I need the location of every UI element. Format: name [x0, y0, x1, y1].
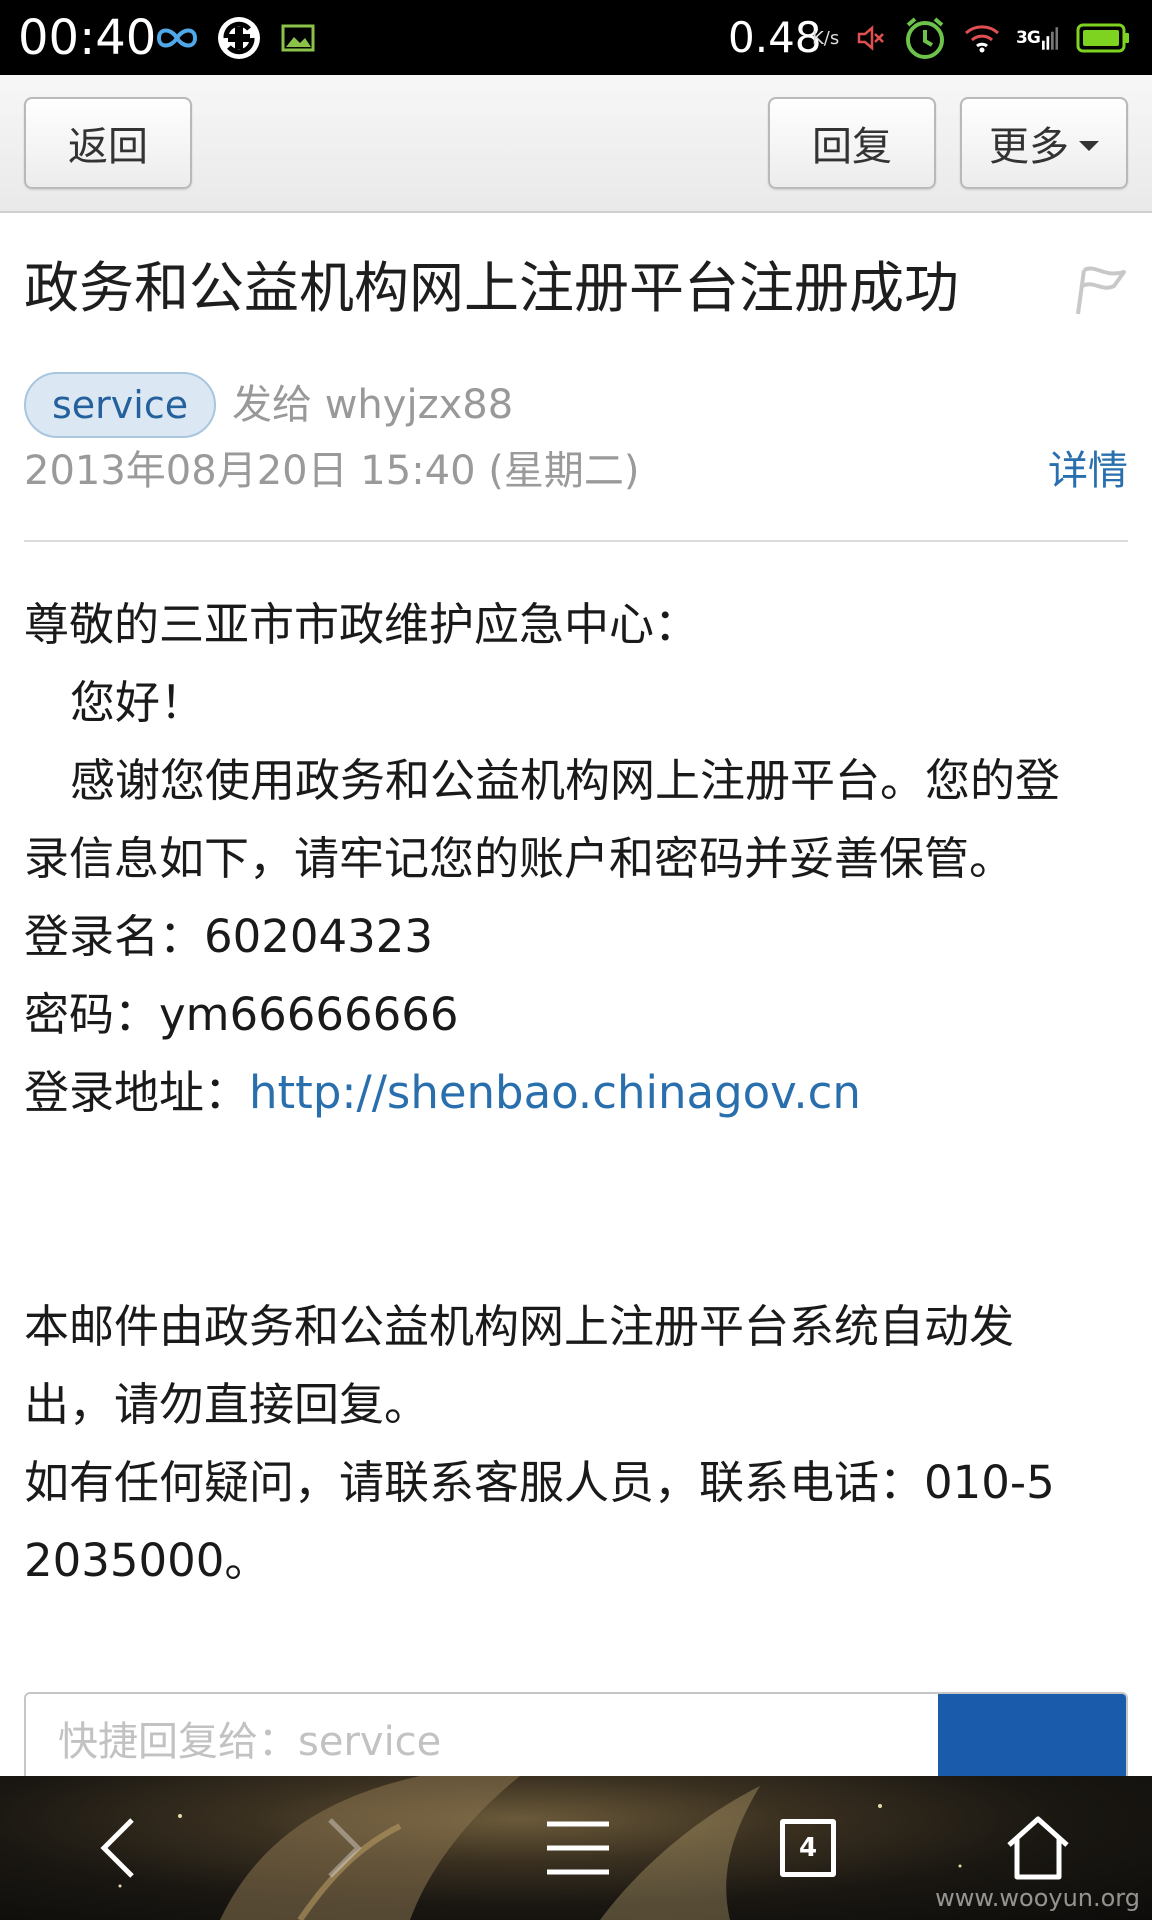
sender-badge[interactable]: service	[24, 372, 217, 438]
login-name-value: 60204323	[204, 910, 434, 963]
net-speed-unit: K/s	[812, 28, 840, 49]
nav-forward-icon[interactable]	[302, 1776, 386, 1920]
sendto-prefix: 发给	[232, 382, 312, 428]
login-url-label: 登录地址：	[24, 1066, 250, 1119]
greeting: 尊敬的三亚市市政维护应急中心：	[24, 598, 700, 651]
login-url-line: 登录地址：http://shenbao.chinagov.cn	[24, 1054, 1134, 1132]
image-icon	[278, 0, 318, 75]
body-paragraph-line: 感谢您使用政务和公益机构网上注册平台。您的登	[70, 754, 1061, 807]
password-value: ym66666666	[159, 988, 459, 1041]
footer-line: 2035000。	[24, 1534, 270, 1587]
network-type-label: 3G	[1016, 27, 1041, 48]
net-speed: 0.48	[728, 13, 822, 62]
recipient-line: 发给 whyjzx88	[232, 372, 513, 438]
nav-back-icon[interactable]	[76, 1776, 160, 1920]
hello-line: 您好！	[70, 676, 206, 729]
reply-button[interactable]: 回复	[768, 97, 936, 189]
body-paragraph-line: 录信息如下，请牢记您的账户和密码并妥善保管。	[24, 832, 1015, 885]
menu-icon[interactable]	[536, 1776, 620, 1920]
tab-count: 4	[798, 1833, 818, 1863]
alarm-icon	[900, 0, 950, 75]
recipient: whyjzx88	[324, 382, 514, 428]
mute-icon	[854, 0, 888, 75]
caret-down-icon	[1079, 141, 1099, 151]
footer-line: 如有任何疑问，请联系客服人员，联系电话：010-5	[24, 1456, 1055, 1509]
3g-signal-icon: 3G	[1016, 0, 1058, 75]
back-button[interactable]: 返回	[24, 97, 192, 189]
login-url-link[interactable]: http://shenbao.chinagov.cn	[249, 1066, 861, 1119]
toolbar: 返回 回复 更多	[0, 75, 1152, 213]
browser-bottom-nav: 4 www.wooyun.org	[0, 1776, 1152, 1920]
infinity-icon	[152, 0, 202, 75]
wifi-icon	[962, 0, 1002, 75]
flag-icon[interactable]	[1072, 262, 1130, 320]
password-line: 密码：ym66666666	[24, 976, 1134, 1054]
details-link[interactable]: 详情	[1048, 440, 1128, 502]
divider	[24, 540, 1128, 542]
footer-line: 本邮件由政务和公益机构网上注册平台系统自动发	[24, 1300, 1015, 1353]
more-button[interactable]: 更多	[960, 97, 1128, 189]
watermark: www.wooyun.org	[935, 1884, 1140, 1912]
sync-icon	[214, 0, 264, 75]
password-label: 密码：	[24, 988, 160, 1041]
footer-line: 出，请勿直接回复。	[24, 1378, 430, 1431]
clock: 00:40	[18, 10, 157, 66]
battery-icon	[1074, 0, 1132, 75]
more-button-label: 更多	[989, 124, 1069, 170]
email-subject: 政务和公益机构网上注册平台注册成功	[24, 256, 960, 320]
login-name-label: 登录名：	[24, 910, 205, 963]
blank-spacer	[24, 1132, 1134, 1288]
email-body: 尊敬的三亚市市政维护应急中心： 您好！ 感谢您使用政务和公益机构网上注册平台。您…	[24, 586, 1134, 1600]
tabs-button[interactable]: 4	[770, 1776, 846, 1920]
login-name-line: 登录名：60204323	[24, 898, 1134, 976]
email-date: 2013年08月20日 15:40 (星期二)	[24, 448, 640, 494]
status-bar: 00:40 0.48 K/s 3G	[0, 0, 1152, 75]
tabs-icon: 4	[780, 1819, 836, 1877]
